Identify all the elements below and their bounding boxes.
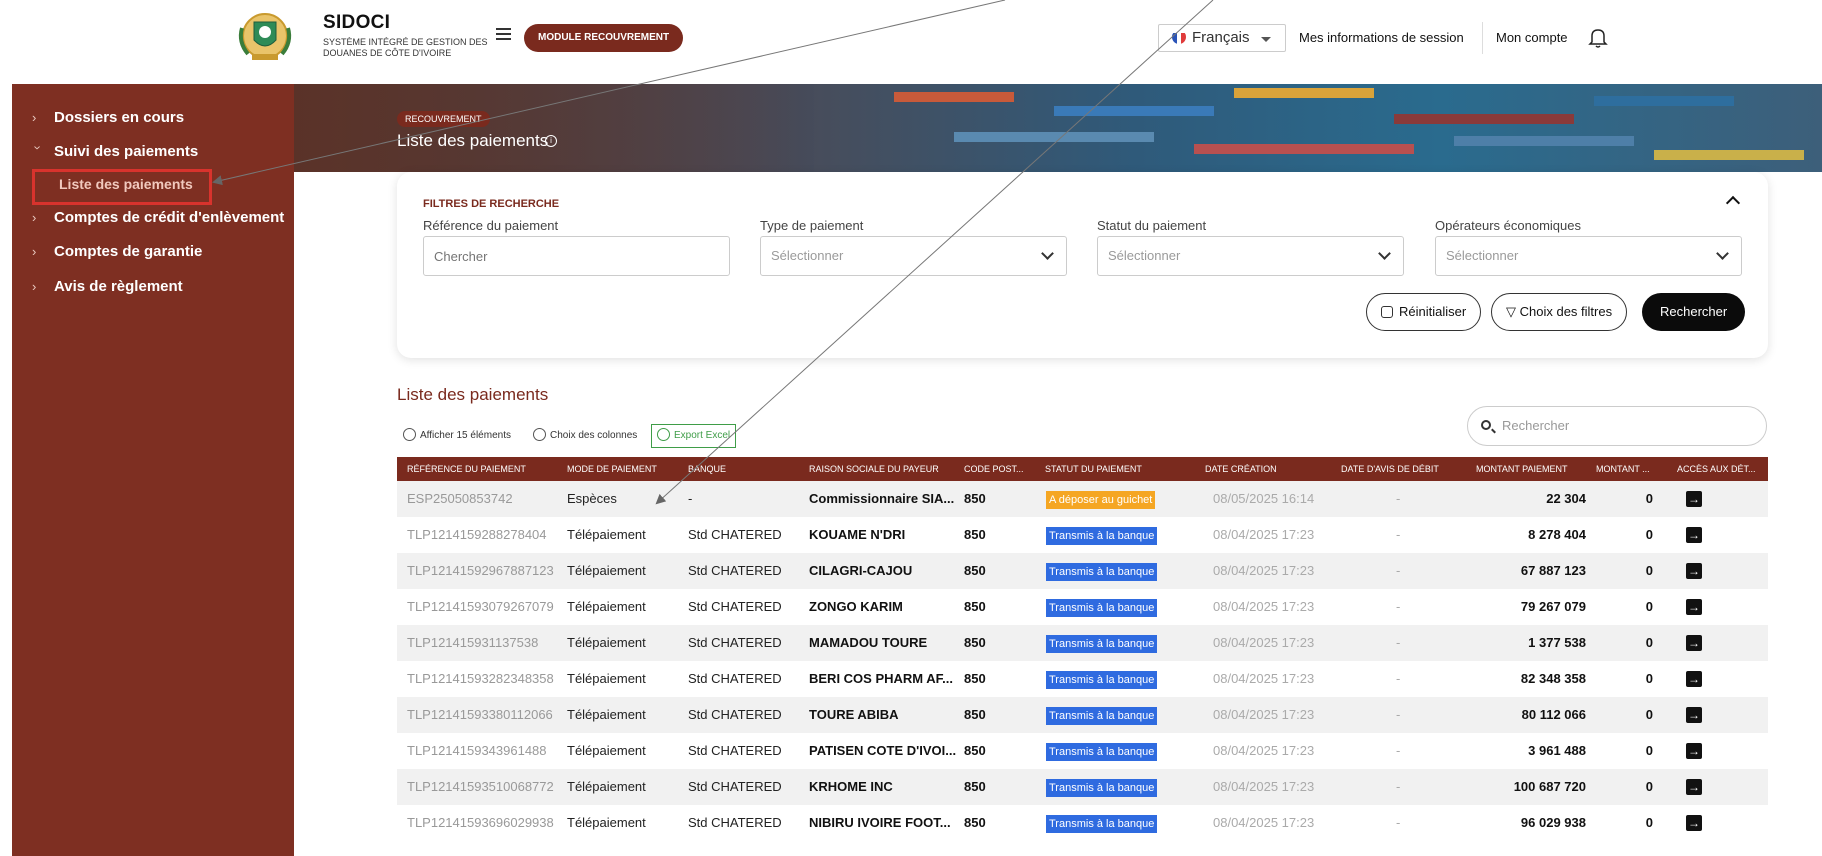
annotation-arrows bbox=[212, 0, 1214, 505]
annotation-arrow bbox=[212, 0, 1006, 186]
annotation-arrow bbox=[655, 0, 1214, 505]
